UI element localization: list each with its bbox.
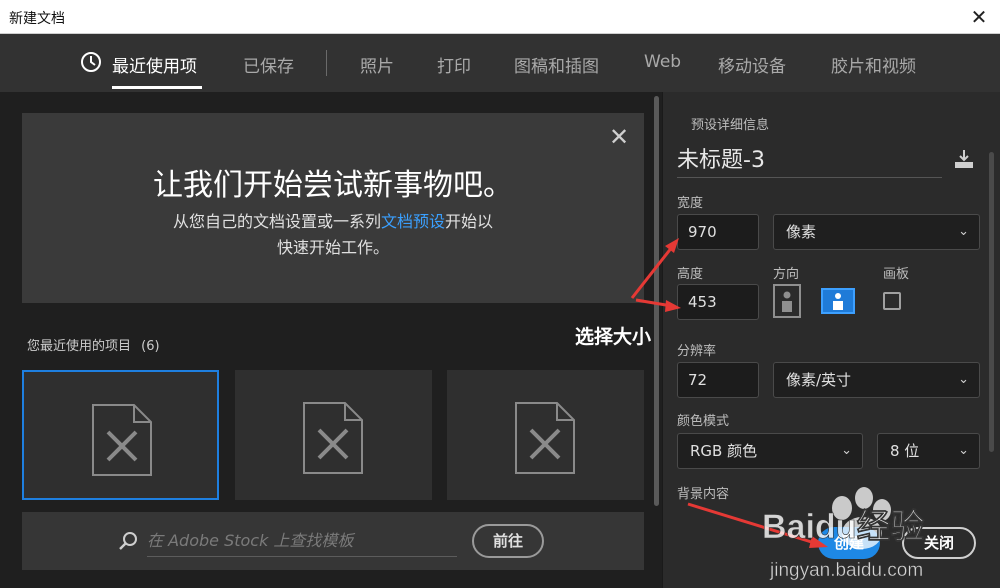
adobe-stock-search-bar: 前往 <box>22 512 644 570</box>
resolution-unit-select[interactable]: 像素/英寸 ⌄ <box>773 362 980 398</box>
chevron-down-icon: ⌄ <box>841 443 852 458</box>
welcome-line1-pre: 从您自己的文档设置或一系列 <box>172 212 381 231</box>
bit-depth-value: 8 位 <box>890 442 920 460</box>
chevron-down-icon: ⌄ <box>958 224 969 239</box>
width-unit-select[interactable]: 像素 ⌄ <box>773 214 980 250</box>
color-mode-label: 颜色模式 <box>677 414 730 429</box>
artboard-label: 画板 <box>883 267 910 282</box>
resolution-label: 分辨率 <box>677 344 717 359</box>
height-label: 高度 <box>677 267 704 282</box>
width-unit-value: 像素 <box>786 223 817 241</box>
clock-icon <box>81 52 101 72</box>
stock-search-input[interactable] <box>147 525 457 557</box>
left-pane: 让我们开始尝试新事物吧。 从您自己的文档设置或一系列文档预设开始以 快速开始工作… <box>0 92 662 588</box>
close-banner-icon[interactable]: ✕ <box>609 123 629 151</box>
tab-web[interactable]: Web <box>644 52 681 72</box>
orientation-label: 方向 <box>773 267 800 282</box>
document-presets-link[interactable]: 文档预设 <box>381 212 445 231</box>
recent-item-card[interactable] <box>447 370 644 500</box>
close-button[interactable]: 关闭 <box>902 527 976 559</box>
tab-film-video[interactable]: 胶片和视频 <box>831 52 916 77</box>
welcome-line2: 快速开始工作。 <box>276 238 389 257</box>
resolution-input[interactable]: 72 <box>677 362 759 398</box>
document-icon <box>515 402 575 474</box>
window-titlebar: 新建文档 ✕ <box>0 0 1000 34</box>
tab-saved[interactable]: 已保存 <box>243 52 294 77</box>
tab-bar: 最近使用项 已保存 照片 打印 图稿和插图 Web 移动设备 胶片和视频 <box>0 34 1000 92</box>
tab-print[interactable]: 打印 <box>437 52 471 77</box>
color-mode-select[interactable]: RGB 颜色 ⌄ <box>677 433 863 469</box>
tab-photo[interactable]: 照片 <box>360 52 394 77</box>
tab-art-illustration[interactable]: 图稿和插图 <box>514 52 599 77</box>
height-input[interactable]: 453 <box>677 284 759 320</box>
document-name-field[interactable]: 未标题-3 <box>677 142 942 178</box>
welcome-banner: 让我们开始尝试新事物吧。 从您自己的文档设置或一系列文档预设开始以 快速开始工作… <box>22 113 644 303</box>
preset-details-panel: 预设详细信息 未标题-3 宽度 970 像素 ⌄ 高度 453 方向 画板 分辨… <box>662 92 1000 588</box>
search-icon <box>119 532 137 550</box>
save-preset-icon[interactable] <box>953 148 975 170</box>
document-icon <box>92 404 152 476</box>
close-icon[interactable]: ✕ <box>966 4 992 30</box>
recent-item-card[interactable] <box>22 370 219 500</box>
recent-items-title: 您最近使用的项目 <box>27 339 132 354</box>
chevron-down-icon: ⌄ <box>958 443 969 458</box>
document-icon <box>303 402 363 474</box>
tab-divider <box>326 50 327 76</box>
recent-items-label: 您最近使用的项目 (6) <box>27 335 160 354</box>
active-tab-indicator <box>112 86 202 89</box>
width-label: 宽度 <box>677 196 704 211</box>
preset-details-label: 预设详细信息 <box>691 118 770 133</box>
width-input[interactable]: 970 <box>677 214 759 250</box>
tab-mobile[interactable]: 移动设备 <box>718 52 786 77</box>
color-mode-value: RGB 颜色 <box>690 442 758 460</box>
bit-depth-select[interactable]: 8 位 ⌄ <box>877 433 980 469</box>
tab-recent[interactable]: 最近使用项 <box>112 52 197 77</box>
resolution-unit-value: 像素/英寸 <box>786 371 852 389</box>
recent-item-card[interactable] <box>235 370 432 500</box>
chevron-down-icon: ⌄ <box>958 372 969 387</box>
left-scrollbar[interactable] <box>654 96 659 506</box>
landscape-icon[interactable] <box>821 288 855 314</box>
background-contents-label: 背景内容 <box>677 487 730 502</box>
right-scrollbar[interactable] <box>989 152 994 452</box>
go-button[interactable]: 前往 <box>472 524 544 558</box>
create-button[interactable]: 创建 <box>818 527 880 559</box>
artboard-checkbox[interactable] <box>883 292 901 310</box>
recent-items-count: (6) <box>141 339 160 354</box>
welcome-line1-post: 开始以 <box>445 212 494 231</box>
window-title: 新建文档 <box>9 11 65 27</box>
welcome-heading: 让我们开始尝试新事物吧。 <box>153 168 513 203</box>
welcome-subtext: 从您自己的文档设置或一系列文档预设开始以 快速开始工作。 <box>22 209 644 261</box>
portrait-icon[interactable] <box>773 284 801 318</box>
annotation-text: 选择大小 <box>575 326 652 348</box>
